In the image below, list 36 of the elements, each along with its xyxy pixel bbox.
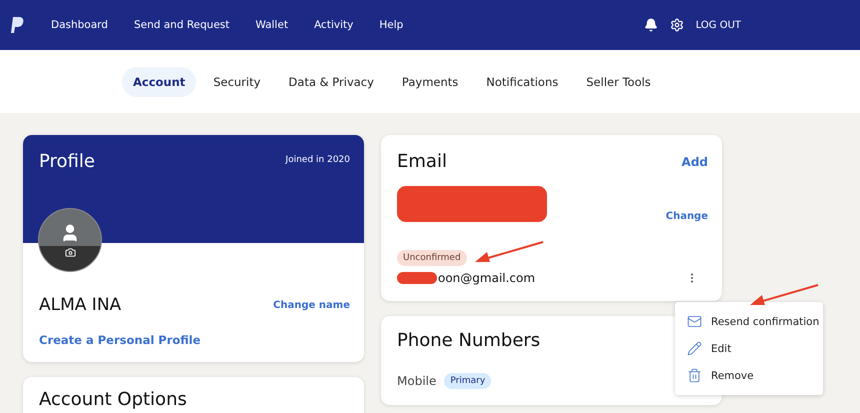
nav-link[interactable]: Wallet bbox=[256, 19, 288, 31]
phone-type: Mobile bbox=[397, 374, 436, 388]
card-title: Email bbox=[397, 151, 447, 172]
nav-link[interactable]: Dashboard bbox=[51, 19, 108, 31]
nav-link[interactable]: Send and Request bbox=[134, 19, 230, 31]
menu-item[interactable]: Remove bbox=[675, 362, 823, 389]
logout-link[interactable]: LOG OUT bbox=[696, 20, 741, 30]
settings-tab[interactable]: Payments bbox=[390, 66, 470, 96]
settings-icon[interactable] bbox=[670, 18, 684, 32]
primary-badge: Primary bbox=[444, 373, 492, 389]
envelope-icon bbox=[687, 314, 702, 329]
logo-icon bbox=[10, 16, 26, 34]
nav-link[interactable]: Help bbox=[379, 19, 404, 31]
status-badge: Unconfirmed bbox=[397, 250, 467, 266]
settings-tab[interactable]: Notifications bbox=[475, 66, 570, 96]
change-name-link[interactable]: Change name bbox=[273, 300, 350, 310]
redaction-mark bbox=[397, 272, 437, 284]
settings-tab[interactable]: Account bbox=[122, 66, 196, 96]
create-profile-link[interactable]: Create a Personal Profile bbox=[39, 333, 201, 347]
pencil-icon bbox=[687, 341, 702, 356]
card-title: Account Options bbox=[39, 389, 187, 410]
settings-tab[interactable]: Data & Privacy bbox=[278, 66, 385, 96]
email-address: oon@gmail.com bbox=[438, 271, 536, 285]
joined-date: Joined in 2020 bbox=[286, 154, 350, 167]
add-link[interactable]: Add bbox=[682, 154, 708, 168]
settings-tab[interactable]: Security bbox=[202, 66, 272, 96]
settings-tab[interactable]: Seller Tools bbox=[575, 66, 662, 96]
change-link[interactable]: Change bbox=[666, 211, 708, 222]
card-title: Phone Numbers bbox=[397, 330, 540, 351]
menu-item[interactable]: Edit bbox=[675, 335, 823, 362]
card-title: Profile bbox=[39, 151, 95, 174]
trash-icon bbox=[687, 368, 702, 383]
bell-icon[interactable] bbox=[644, 18, 658, 32]
profile-name: ALMA INA bbox=[39, 295, 122, 315]
nav-link[interactable]: Activity bbox=[314, 19, 354, 31]
menu-item[interactable]: Resend confirmation bbox=[675, 308, 823, 335]
